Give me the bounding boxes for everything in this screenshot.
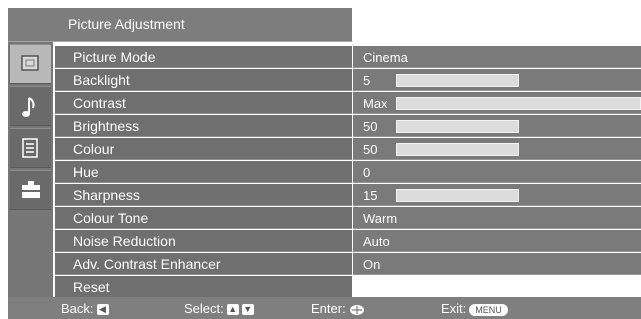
backlight-level-bar — [396, 74, 641, 87]
menu-item-value: Cinema — [363, 50, 408, 65]
menu-item-label: Colour Tone — [73, 210, 149, 226]
menu-item-value: 50 — [363, 119, 378, 134]
menu-item-sharpness[interactable]: Sharpness 15 — [55, 184, 641, 206]
select-hint: Select: ▲ ▼ — [184, 301, 254, 316]
menu-key-icon: MENU — [469, 303, 508, 316]
menu-item-value: Max — [363, 96, 388, 111]
music-note-icon — [22, 97, 35, 117]
brightness-level-bar — [396, 120, 641, 133]
features-icon — [22, 138, 38, 158]
menu-item-value: 0 — [363, 165, 371, 180]
back-arrow-icon: ◀ — [96, 304, 109, 316]
menu-item-label: Picture Mode — [73, 49, 156, 65]
menu-item-brightness[interactable]: Brightness 50 — [55, 115, 641, 137]
menu-item-value: On — [363, 257, 381, 272]
tab-setup[interactable] — [10, 170, 51, 210]
menu-item-picture-mode[interactable]: Picture Mode Cinema — [55, 46, 641, 68]
exit-hint-label: Exit: — [441, 301, 467, 316]
exit-hint: Exit: MENU — [441, 301, 508, 316]
down-arrow-icon: ▼ — [241, 304, 254, 316]
menu-item-label: Colour — [73, 141, 115, 157]
colour-level-bar — [396, 143, 641, 156]
category-sidebar — [8, 42, 53, 297]
menu-item-value: 5 — [363, 73, 371, 88]
title-bar: Picture Adjustment — [8, 8, 352, 42]
menu-item-label: Hue — [73, 164, 99, 180]
menu-item-label: Backlight — [73, 72, 130, 88]
tab-picture[interactable] — [10, 44, 51, 84]
menu-item-noise-reduction[interactable]: Noise Reduction Auto — [55, 230, 641, 252]
back-hint: Back: ◀ — [61, 301, 109, 316]
menu-item-label: Noise Reduction — [73, 233, 176, 249]
back-hint-label: Back: — [61, 301, 94, 316]
key-guide-footer: Back: ◀ Select: ▲ ▼ Enter: Exit: MENU — [8, 297, 641, 319]
settings-toolbox-icon — [22, 181, 40, 198]
contrast-level-bar — [396, 97, 641, 110]
menu-item-value: 50 — [363, 142, 378, 157]
menu-item-reset[interactable]: Reset — [55, 276, 641, 298]
tab-features[interactable] — [10, 128, 51, 168]
menu-item-label: Reset — [73, 279, 110, 295]
menu-item-label: Sharpness — [73, 187, 140, 203]
picture-icon — [21, 55, 39, 71]
sharpness-level-bar — [396, 189, 641, 202]
enter-hint-label: Enter: — [311, 301, 346, 316]
enter-hint: Enter: — [311, 301, 365, 316]
menu-item-adv-contrast-enhancer[interactable]: Adv. Contrast Enhancer On — [55, 253, 641, 275]
menu-item-hue[interactable]: Hue 0 — [55, 161, 641, 183]
menu-item-colour[interactable]: Colour 50 — [55, 138, 641, 160]
menu-item-label: Brightness — [73, 118, 140, 134]
tab-sound[interactable] — [10, 86, 51, 126]
up-arrow-icon: ▲ — [226, 304, 239, 316]
menu-item-backlight[interactable]: Backlight 5 — [55, 69, 641, 91]
enter-button-icon — [349, 304, 365, 316]
menu-item-label: Contrast — [73, 95, 126, 111]
menu-item-value: 15 — [363, 188, 378, 203]
select-hint-label: Select: — [184, 301, 224, 316]
page-title: Picture Adjustment — [68, 16, 185, 32]
menu-item-colour-tone[interactable]: Colour Tone Warm — [55, 207, 641, 229]
menu-item-value: Warm — [363, 211, 398, 226]
menu-item-label: Adv. Contrast Enhancer — [73, 256, 221, 272]
menu-item-value: Auto — [363, 234, 390, 249]
menu-item-contrast[interactable]: Contrast Max — [55, 92, 641, 114]
